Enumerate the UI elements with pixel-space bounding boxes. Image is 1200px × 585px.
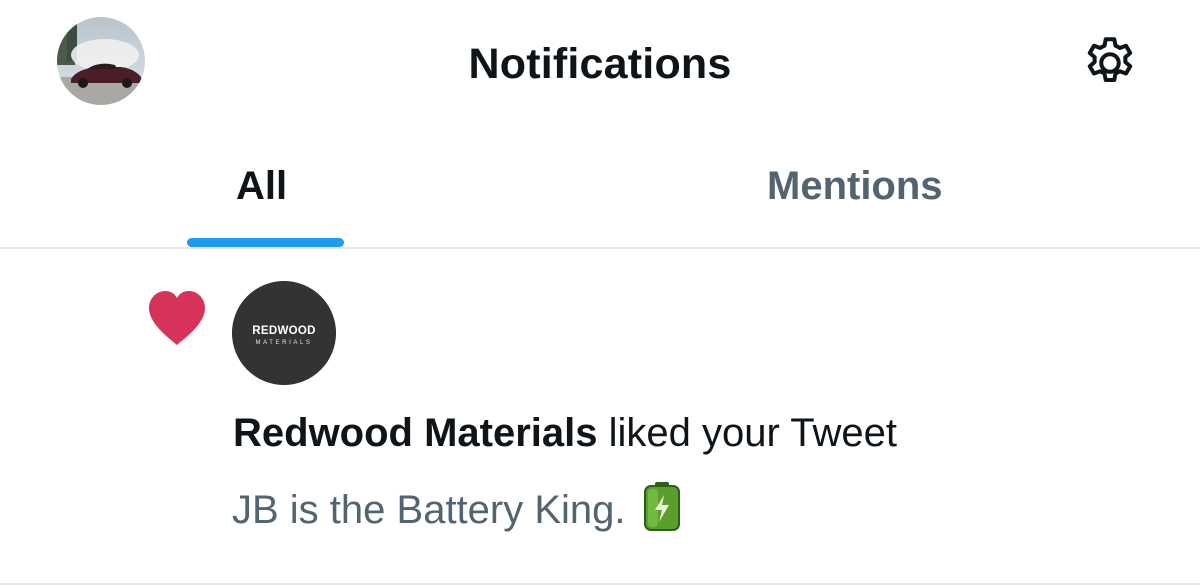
tweet-text: JB is the Battery King. bbox=[232, 488, 626, 532]
active-tab-indicator bbox=[187, 238, 344, 247]
redwood-materials-avatar[interactable]: REDWOOD MATERIALS bbox=[232, 281, 336, 385]
settings-button[interactable] bbox=[1080, 33, 1140, 93]
gear-icon[interactable] bbox=[1080, 33, 1140, 93]
tab-all[interactable]: All bbox=[0, 125, 530, 247]
logo-sub-text: MATERIALS bbox=[256, 340, 313, 346]
tab-bar: All Mentions bbox=[0, 125, 1200, 249]
logo-brand-text: REDWOOD bbox=[252, 325, 315, 337]
battery-icon bbox=[642, 481, 682, 544]
tweet-preview: JB is the Battery King. bbox=[232, 481, 682, 544]
notification-item[interactable]: REDWOOD MATERIALS Redwood Materials like… bbox=[0, 249, 1200, 585]
heart-icon bbox=[149, 291, 205, 345]
tab-mentions-label: Mentions bbox=[767, 164, 943, 208]
tab-mentions[interactable]: Mentions bbox=[530, 125, 1200, 247]
actor-name[interactable]: Redwood Materials bbox=[233, 411, 598, 455]
header: Notifications bbox=[0, 0, 1200, 125]
tab-all-label: All bbox=[236, 164, 288, 208]
notification-text: Redwood Materials liked your Tweet bbox=[233, 407, 897, 459]
notification-action: liked your Tweet bbox=[597, 411, 897, 455]
page-title: Notifications bbox=[468, 40, 732, 88]
redwood-logo: REDWOOD MATERIALS bbox=[232, 281, 336, 385]
